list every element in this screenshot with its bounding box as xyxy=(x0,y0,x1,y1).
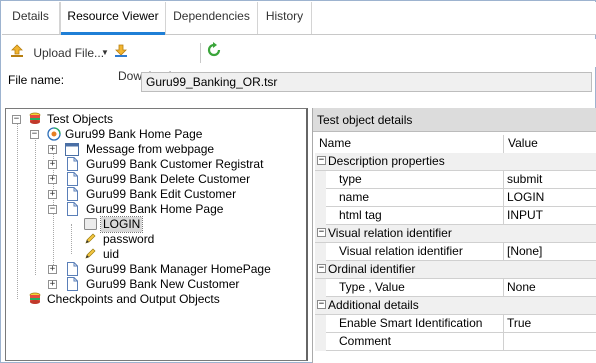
category-additional-details[interactable]: − Additional details xyxy=(315,297,596,315)
collapse-icon[interactable]: − xyxy=(30,130,39,139)
property-row[interactable]: name LOGIN xyxy=(315,189,596,207)
property-name: Type , Value xyxy=(326,279,504,297)
property-name: html tag xyxy=(326,207,504,225)
toolbar: Upload File... ▼ Download... xyxy=(2,39,596,83)
tree-node-label: Guru99 Bank Home Page xyxy=(86,202,224,216)
browser-page-icon xyxy=(47,127,61,145)
tree-node-label: Test Objects xyxy=(47,112,114,126)
upload-icon xyxy=(10,43,24,65)
property-name: Comment xyxy=(326,333,504,351)
property-name: Visual relation identifier settings xyxy=(326,243,504,275)
tree-node-label: Message from webpage xyxy=(86,142,215,156)
expand-icon[interactable]: + xyxy=(48,265,57,274)
property-row[interactable]: html tag INPUT xyxy=(315,207,596,225)
category-visual-relation-identifier[interactable]: − Visual relation identifier xyxy=(315,225,596,243)
column-header-value[interactable]: Value xyxy=(504,135,596,153)
property-value[interactable]: True xyxy=(504,315,531,332)
property-value[interactable]: LOGIN xyxy=(504,189,544,206)
collapse-icon[interactable]: − xyxy=(317,300,326,309)
tab-resource-viewer[interactable]: Resource Viewer xyxy=(60,2,166,35)
tree-node-label: Guru99 Bank Customer Registrat xyxy=(86,157,264,171)
tree-line xyxy=(17,121,18,299)
chevron-down-icon[interactable]: ▼ xyxy=(101,42,109,64)
details-title: Test object details xyxy=(313,108,596,132)
object-tree: − Test Objects − Guru99 Bank Home Page +… xyxy=(5,108,308,361)
tree-node-label: Guru99 Bank New Customer xyxy=(86,277,240,291)
property-row[interactable]: Enable Smart Identification True xyxy=(315,315,596,333)
page-icon xyxy=(67,202,78,220)
category-label: Additional details xyxy=(328,298,419,312)
category-label: Ordinal identifier xyxy=(328,262,416,276)
upload-file-label: Upload File... xyxy=(33,46,105,60)
property-name: Enable Smart Identification xyxy=(326,315,504,333)
property-name: name xyxy=(326,189,504,207)
collapse-icon[interactable]: − xyxy=(317,156,326,165)
property-name: type xyxy=(326,171,504,189)
refresh-button[interactable] xyxy=(206,42,224,64)
tree-line xyxy=(71,224,72,254)
database-icon xyxy=(29,292,41,310)
category-ordinal-identifier[interactable]: − Ordinal identifier xyxy=(315,261,596,279)
upload-file-button[interactable]: Upload File... ▼ xyxy=(10,42,110,64)
tree-node-label: Guru99 Bank Home Page xyxy=(65,127,203,141)
tree-line xyxy=(35,135,36,275)
expand-icon[interactable]: + xyxy=(48,280,57,289)
category-label: Description properties xyxy=(328,154,445,168)
tree-node-label: uid xyxy=(103,247,120,261)
tree-node-label: Guru99 Bank Manager HomePage xyxy=(86,262,271,276)
file-name-label: File name: xyxy=(8,73,65,87)
tree-node-label: password xyxy=(103,232,155,246)
category-label: Visual relation identifier xyxy=(328,226,452,240)
expand-icon[interactable]: + xyxy=(48,175,57,184)
property-value[interactable]: INPUT xyxy=(504,207,543,224)
grid-header: Name Value xyxy=(315,135,596,153)
refresh-icon xyxy=(206,42,222,65)
property-value[interactable]: [None] xyxy=(504,243,542,260)
tree-node-label: Guru99 Bank Delete Customer xyxy=(86,172,251,186)
property-row[interactable]: Visual relation identifier settings [Non… xyxy=(315,243,596,275)
toolbar-separator xyxy=(200,43,201,63)
expand-icon[interactable]: + xyxy=(48,145,57,154)
tab-bar: Details Resource Viewer Dependencies His… xyxy=(2,2,596,35)
tree-node-label: Guru99 Bank Edit Customer xyxy=(86,187,237,201)
database-icon xyxy=(29,112,41,130)
collapse-icon[interactable]: − xyxy=(12,115,21,124)
property-row[interactable]: Type , Value None xyxy=(315,279,596,297)
expand-icon[interactable]: + xyxy=(48,160,57,169)
test-object-details-pane: Test object details Name Value − Descrip… xyxy=(312,108,596,363)
tab-details[interactable]: Details xyxy=(2,2,60,34)
collapse-icon[interactable]: − xyxy=(48,205,57,214)
column-header-name[interactable]: Name xyxy=(315,135,504,153)
collapse-icon[interactable]: − xyxy=(317,264,326,273)
category-description-properties[interactable]: − Description properties xyxy=(315,153,596,171)
property-row[interactable]: Comment xyxy=(315,333,596,351)
tree-node-label: Checkpoints and Output Objects xyxy=(47,292,220,306)
tab-history[interactable]: History xyxy=(258,2,312,34)
tab-dependencies[interactable]: Dependencies xyxy=(166,2,258,34)
collapse-icon[interactable]: − xyxy=(317,228,326,237)
resource-viewer-window: Details Resource Viewer Dependencies His… xyxy=(0,0,596,363)
file-name-field: Guru99_Banking_OR.tsr xyxy=(141,72,592,92)
property-value[interactable]: None xyxy=(504,279,536,296)
expand-icon[interactable]: + xyxy=(48,190,57,199)
download-icon xyxy=(114,43,128,65)
tree-node-label: LOGIN xyxy=(99,216,144,233)
property-value[interactable]: submit xyxy=(504,171,542,188)
download-button[interactable]: Download... xyxy=(114,42,196,83)
property-row[interactable]: type submit xyxy=(315,171,596,189)
